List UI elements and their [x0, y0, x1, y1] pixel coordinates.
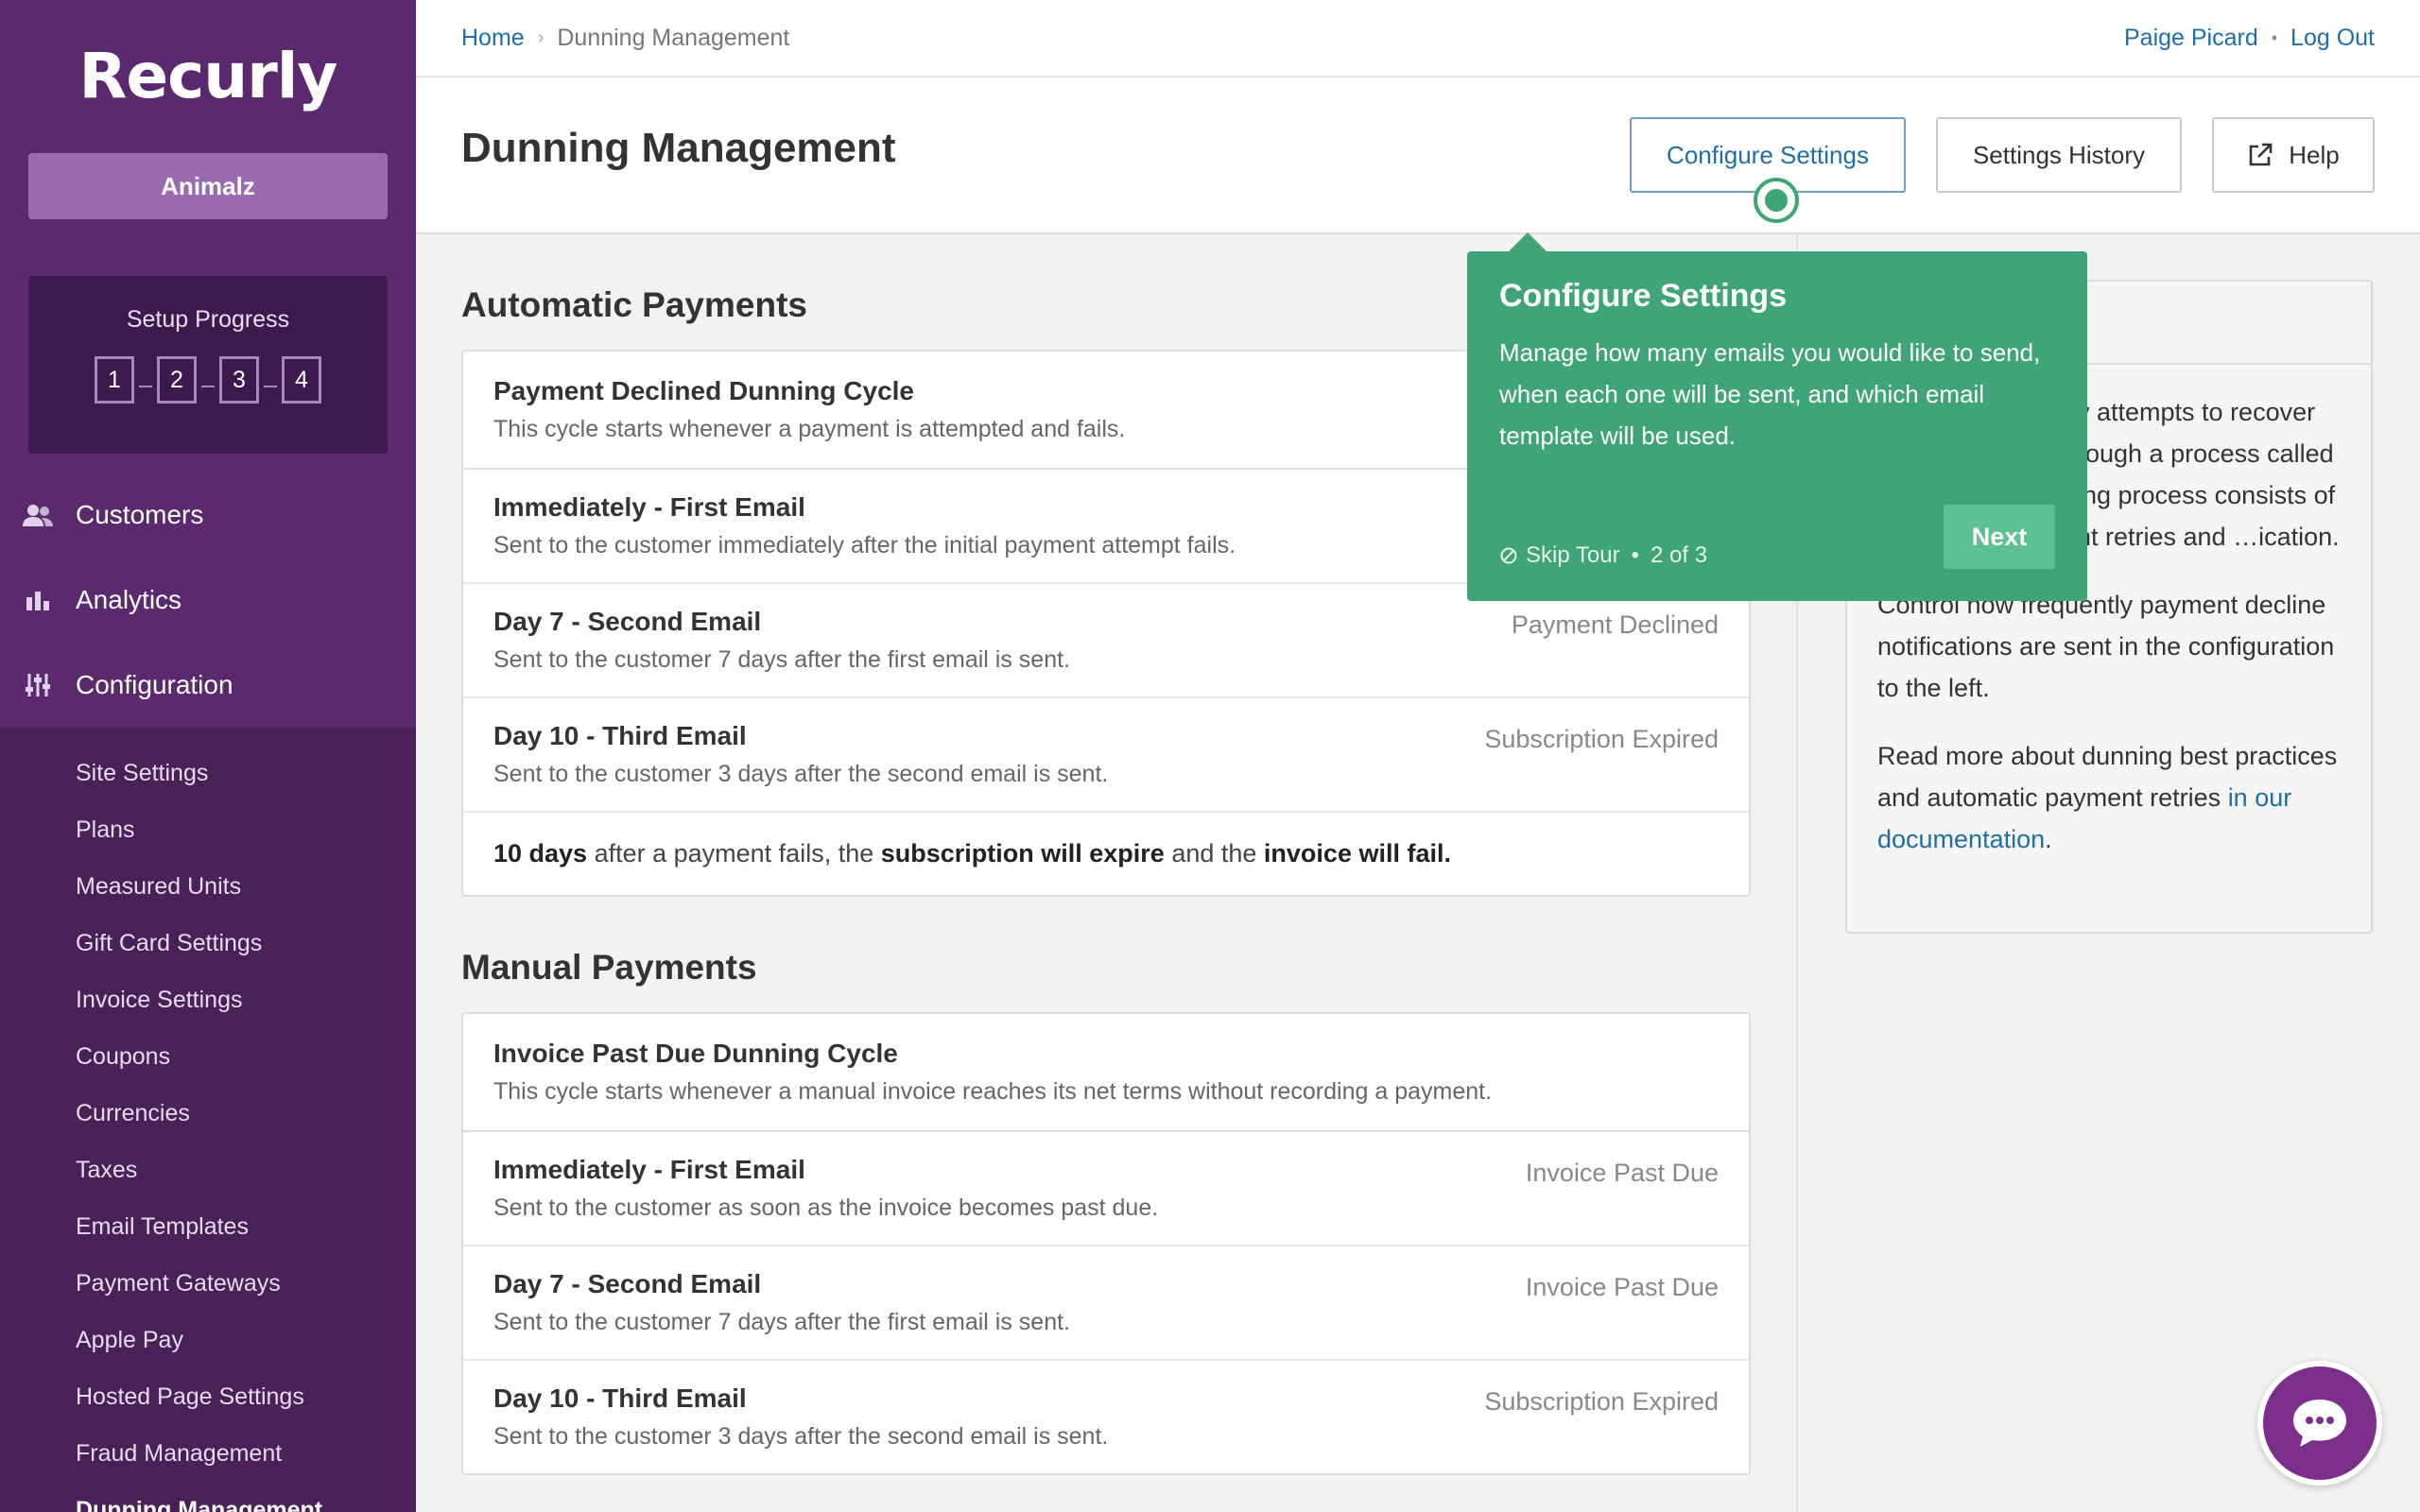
subnav-item-hosted-page-settings[interactable]: Hosted Page Settings [0, 1368, 416, 1425]
email-template-name: Subscription Expired [1484, 725, 1719, 753]
subnav-item-email-templates[interactable]: Email Templates [0, 1198, 416, 1255]
analytics-icon [21, 586, 55, 614]
help-label: Help [2289, 140, 2340, 169]
breadcrumb-home-link[interactable]: Home [461, 25, 525, 52]
cycle-description: This cycle starts whenever a manual invo… [493, 1078, 1493, 1105]
subnav-item-measured-units[interactable]: Measured Units [0, 858, 416, 915]
sidebar: Recurly Animalz Setup Progress 1 2 3 4 C… [0, 0, 416, 1512]
subnav-item-currencies[interactable]: Currencies [0, 1085, 416, 1142]
dunning-summary: 10 days after a payment fails, the subsc… [463, 813, 1749, 895]
subnav-item-plans[interactable]: Plans [0, 801, 416, 858]
breadcrumb: Home › Dunning Management [461, 25, 789, 52]
list-item: Immediately - First Email Sent to the cu… [463, 1132, 1749, 1246]
email-template-name: Invoice Past Due [1525, 1273, 1719, 1301]
help-button[interactable]: Help [2212, 117, 2375, 193]
tour-progress: 2 of 3 [1651, 542, 1708, 568]
email-template-name: Payment Declined [1511, 610, 1719, 639]
list-item: Day 10 - Third Email Sent to the custome… [463, 698, 1749, 813]
summary-text: and the [1164, 839, 1264, 868]
configuration-icon [21, 671, 55, 699]
setup-progress[interactable]: Setup Progress 1 2 3 4 [28, 276, 388, 454]
logout-link[interactable]: Log Out [2290, 25, 2375, 52]
main-nav: Customers Analytics Configuration [0, 472, 416, 728]
email-step-description: Sent to the customer as soon as the invo… [493, 1194, 1159, 1221]
setup-step[interactable]: 3 [219, 356, 259, 404]
nav-item-configuration[interactable]: Configuration [0, 643, 416, 728]
nav-item-customers[interactable]: Customers [0, 472, 416, 558]
email-template-name: Invoice Past Due [1525, 1159, 1719, 1187]
subnav-item-invoice-settings[interactable]: Invoice Settings [0, 971, 416, 1028]
setup-step[interactable]: 2 [157, 356, 197, 404]
dunning-cycle-header: Invoice Past Due Dunning Cycle This cycl… [463, 1014, 1749, 1132]
skip-icon [1499, 546, 1518, 565]
tour-title: Configure Settings [1499, 278, 1788, 314]
nav-item-analytics[interactable]: Analytics [0, 558, 416, 643]
setup-progress-title: Setup Progress [126, 306, 290, 333]
subnav-item-site-settings[interactable]: Site Settings [0, 745, 416, 801]
tour-description: Manage how many emails you would like to… [1499, 338, 2041, 450]
user-menu: Paige Picard • Log Out [2124, 25, 2375, 52]
breadcrumb-current: Dunning Management [557, 25, 790, 51]
summary-text: after a payment fails, the [587, 839, 881, 868]
tour-separator: • [1631, 542, 1640, 568]
info-paragraph-3: Read more about dunning best practices a… [1877, 735, 2341, 860]
skip-tour-link[interactable]: Skip Tour [1526, 542, 1620, 569]
nav-label-analytics: Analytics [76, 585, 182, 614]
subnav-item-coupons[interactable]: Coupons [0, 1028, 416, 1085]
external-link-icon [2247, 142, 2273, 168]
manual-payments-title: Manual Payments [461, 948, 757, 987]
list-item: Day 7 - Second Email Sent to the custome… [463, 584, 1749, 698]
subnav-item-taxes[interactable]: Taxes [0, 1142, 416, 1198]
settings-history-button[interactable]: Settings History [1936, 117, 2182, 193]
subnav-item-fraud-management[interactable]: Fraud Management [0, 1425, 416, 1482]
site-selector-button[interactable]: Animalz [28, 153, 388, 219]
recurly-logo[interactable]: Recurly [0, 0, 416, 151]
manual-payments-card: Invoice Past Due Dunning Cycle This cycl… [461, 1012, 1751, 1475]
chat-button[interactable] [2257, 1361, 2382, 1486]
setup-steps: 1 2 3 4 [28, 356, 388, 404]
tour-next-button[interactable]: Next [1944, 505, 2055, 569]
setup-step[interactable]: 1 [95, 356, 134, 404]
nav-label-configuration: Configuration [76, 670, 233, 699]
tour-popover: Configure Settings Manage how many email… [1467, 232, 2087, 601]
cycle-title: Invoice Past Due Dunning Cycle [493, 1039, 898, 1068]
chat-icon [2263, 1366, 2377, 1480]
email-step-description: Sent to the customer 3 days after the se… [493, 1423, 1109, 1450]
page-header: Dunning Management Configure Settings Se… [416, 77, 2420, 234]
setup-step[interactable]: 4 [282, 356, 321, 404]
summary-subscription: subscription will expire [880, 839, 1165, 868]
summary-invoice: invoice will fail. [1263, 839, 1451, 868]
tour-beacon[interactable] [1754, 178, 1799, 223]
customers-icon [21, 501, 55, 529]
user-separator: • [2271, 28, 2278, 47]
subnav-item-dunning-management[interactable]: Dunning Management [0, 1482, 416, 1512]
step-connector [201, 386, 215, 387]
email-template-name: Subscription Expired [1484, 1387, 1719, 1416]
list-item: Day 10 - Third Email Sent to the custome… [463, 1361, 1749, 1473]
info-text: . [2045, 825, 2052, 853]
breadcrumb-separator: › [537, 27, 544, 48]
email-step-description: Sent to the customer 3 days after the se… [493, 761, 1109, 787]
step-connector [139, 386, 152, 387]
configuration-subnav: Site Settings Plans Measured Units Gift … [0, 728, 416, 1512]
email-step-description: Sent to the customer 7 days after the fi… [493, 646, 1070, 673]
subnav-item-apple-pay[interactable]: Apple Pay [0, 1312, 416, 1368]
list-item: Day 7 - Second Email Sent to the custome… [463, 1246, 1749, 1361]
tour-footer: Skip Tour • 2 of 3 [1499, 542, 1707, 569]
email-step-description: Sent to the customer 7 days after the fi… [493, 1309, 1070, 1335]
info-paragraph-2: Control how frequently payment decline n… [1877, 591, 2335, 702]
summary-days: 10 days [493, 839, 588, 868]
user-name-link[interactable]: Paige Picard [2124, 25, 2258, 52]
nav-label-customers: Customers [76, 500, 204, 529]
subnav-item-payment-gateways[interactable]: Payment Gateways [0, 1255, 416, 1312]
step-connector [264, 386, 277, 387]
top-bar: Home › Dunning Management Paige Picard •… [416, 0, 2420, 77]
page-title: Dunning Management [461, 125, 896, 171]
subnav-item-gift-card-settings[interactable]: Gift Card Settings [0, 915, 416, 971]
